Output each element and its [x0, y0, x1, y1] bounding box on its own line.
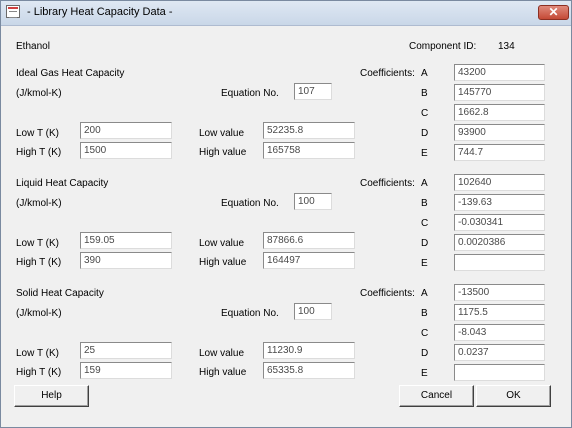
title-bar[interactable]: - Library Heat Capacity Data - ✕ [1, 1, 571, 26]
ideal-gas-coef-e-field[interactable]: 744.7 [454, 144, 545, 161]
liquid-coef-c-label: C [421, 218, 429, 229]
liquid-coef-d-field[interactable]: 0.0020386 [454, 234, 545, 251]
solid-section-title: Solid Heat Capacity [16, 288, 104, 299]
solid-coef-b-label: B [421, 308, 428, 319]
ok-button[interactable]: OK [476, 385, 551, 407]
ideal-gas-coef-e-label: E [421, 148, 428, 159]
cancel-button[interactable]: Cancel [399, 385, 474, 407]
ideal-gas-coef-c-field[interactable]: 1662.8 [454, 104, 545, 121]
solid-units-label: (J/kmol-K) [16, 308, 62, 319]
ideal-gas-high-value-label: High value [199, 147, 247, 158]
solid-equation-field[interactable]: 100 [294, 303, 332, 320]
ideal-gas-units-label: (J/kmol-K) [16, 88, 62, 99]
solid-coef-d-field[interactable]: 0.0237 [454, 344, 545, 361]
solid-high-t-label: High T (K) [16, 367, 62, 378]
solid-coef-d-label: D [421, 348, 429, 359]
solid-low-t-field[interactable]: 25 [80, 342, 172, 359]
liquid-coef-a-label: A [421, 178, 428, 189]
solid-high-t-field[interactable]: 159 [80, 362, 172, 379]
liquid-coef-b-label: B [421, 198, 428, 209]
ideal-gas-low-t-field[interactable]: 200 [80, 122, 172, 139]
liquid-high-value-field[interactable]: 164497 [263, 252, 355, 269]
solid-low-value-label: Low value [199, 348, 245, 359]
ideal-gas-high-t-field[interactable]: 1500 [80, 142, 172, 159]
solid-coef-a-label: A [421, 288, 428, 299]
liquid-units-label: (J/kmol-K) [16, 198, 62, 209]
liquid-coef-e-label: E [421, 258, 428, 269]
component-name: Ethanol [16, 41, 50, 52]
liquid-equation-label: Equation No. [221, 198, 279, 209]
liquid-high-t-label: High T (K) [16, 257, 62, 268]
ideal-gas-high-value-field[interactable]: 165758 [263, 142, 355, 159]
liquid-coef-e-field[interactable] [454, 254, 545, 271]
liquid-low-value-field[interactable]: 87866.6 [263, 232, 355, 249]
help-button[interactable]: Help [14, 385, 89, 407]
solid-coef-c-label: C [421, 328, 429, 339]
solid-high-value-field[interactable]: 65335.8 [263, 362, 355, 379]
solid-coefficients-label: Coefficients: [360, 288, 415, 299]
solid-low-t-label: Low T (K) [16, 348, 59, 359]
liquid-low-t-label: Low T (K) [16, 238, 59, 249]
component-id-label: Component ID: [409, 41, 477, 52]
liquid-coef-c-field[interactable]: -0.030341 [454, 214, 545, 231]
ideal-gas-section-title: Ideal Gas Heat Capacity [16, 68, 125, 79]
ideal-gas-low-value-label: Low value [199, 128, 245, 139]
ideal-gas-coef-c-label: C [421, 108, 429, 119]
solid-coef-c-field[interactable]: -8.043 [454, 324, 545, 341]
solid-coef-b-field[interactable]: 1175.5 [454, 304, 545, 321]
ideal-gas-coef-a-field[interactable]: 43200 [454, 64, 545, 81]
ideal-gas-equation-field[interactable]: 107 [294, 83, 332, 100]
liquid-equation-field[interactable]: 100 [294, 193, 332, 210]
solid-coef-e-label: E [421, 368, 428, 379]
solid-high-value-label: High value [199, 367, 247, 378]
liquid-coefficients-label: Coefficients: [360, 178, 415, 189]
liquid-coef-b-field[interactable]: -139.63 [454, 194, 545, 211]
window-title: - Library Heat Capacity Data - [27, 6, 173, 18]
solid-coef-e-field[interactable] [454, 364, 545, 381]
ideal-gas-high-t-label: High T (K) [16, 147, 62, 158]
ideal-gas-coef-d-field[interactable]: 93900 [454, 124, 545, 141]
ideal-gas-coef-a-label: A [421, 68, 428, 79]
ideal-gas-equation-label: Equation No. [221, 88, 279, 99]
component-id-value: 134 [498, 41, 515, 52]
ideal-gas-low-value-field[interactable]: 52235.8 [263, 122, 355, 139]
close-button[interactable]: ✕ [538, 5, 569, 20]
ideal-gas-coef-d-label: D [421, 128, 429, 139]
ideal-gas-low-t-label: Low T (K) [16, 128, 59, 139]
liquid-high-t-field[interactable]: 390 [80, 252, 172, 269]
solid-coef-a-field[interactable]: -13500 [454, 284, 545, 301]
liquid-high-value-label: High value [199, 257, 247, 268]
liquid-section-title: Liquid Heat Capacity [16, 178, 109, 189]
dialog-window: - Library Heat Capacity Data - ✕ Ethanol… [0, 0, 572, 428]
liquid-coef-a-field[interactable]: 102640 [454, 174, 545, 191]
ideal-gas-coefficients-label: Coefficients: [360, 68, 415, 79]
dialog-body: Ethanol Component ID: 134 Help Cancel OK… [1, 26, 571, 427]
liquid-low-t-field[interactable]: 159.05 [80, 232, 172, 249]
solid-low-value-field[interactable]: 11230.9 [263, 342, 355, 359]
liquid-coef-d-label: D [421, 238, 429, 249]
liquid-low-value-label: Low value [199, 238, 245, 249]
ideal-gas-coef-b-label: B [421, 88, 428, 99]
solid-equation-label: Equation No. [221, 308, 279, 319]
app-icon [6, 5, 20, 18]
ideal-gas-coef-b-field[interactable]: 145770 [454, 84, 545, 101]
